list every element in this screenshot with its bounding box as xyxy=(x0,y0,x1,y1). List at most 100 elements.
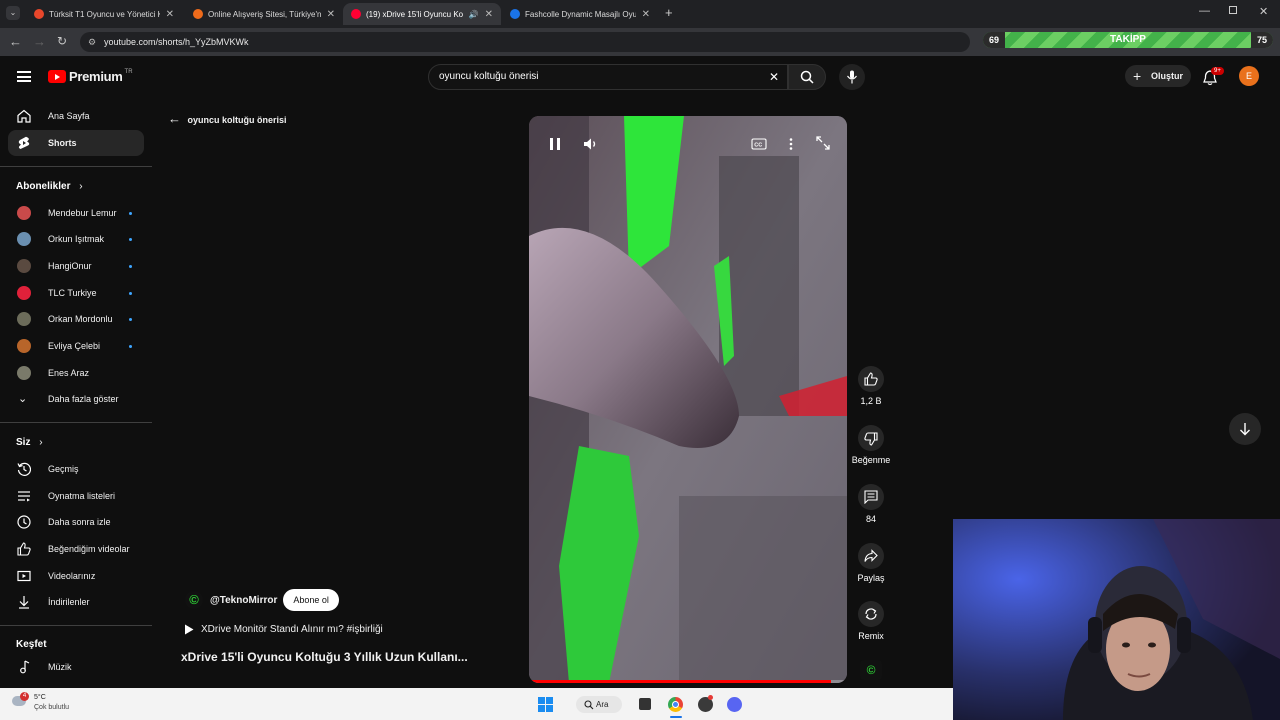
search-button[interactable] xyxy=(788,64,826,90)
sidebar-item-label: Ana Sayfa xyxy=(48,111,90,121)
task-view-icon[interactable] xyxy=(639,698,651,710)
next-short-button[interactable] xyxy=(1229,413,1261,445)
sidebar-item-subscription[interactable]: TLC Turkiye xyxy=(8,280,144,306)
home-icon xyxy=(17,109,31,123)
more-options-icon[interactable] xyxy=(788,137,794,151)
subscribe-button[interactable]: Abone ol xyxy=(283,589,339,611)
browser-tab-4[interactable]: Fashcolle Dynamic Masajlı Oyu ✕ xyxy=(502,3,658,25)
sidebar-item-label: Mendebur Lemur xyxy=(48,208,117,218)
create-label: Oluştur xyxy=(1151,71,1184,81)
remix-button[interactable]: Remix xyxy=(851,601,891,641)
windows-taskbar: 4 5°C Çok bulutlu Ara xyxy=(0,688,953,720)
sidebar-item-label: Daha sonra izle xyxy=(48,517,111,527)
browser-tab-2[interactable]: Online Alışveriş Sitesi, Türkiye'n ✕ xyxy=(185,3,343,25)
forward-arrow-icon[interactable]: → xyxy=(33,34,46,49)
discord-taskbar-icon[interactable] xyxy=(727,697,742,712)
sidebar-item-label: TLC Turkiye xyxy=(48,288,97,298)
you-heading[interactable]: Siz › xyxy=(16,437,43,448)
search-context-label: oyuncu koltuğu önerisi xyxy=(187,115,287,125)
channel-logo-icon[interactable]: © xyxy=(185,591,203,609)
create-button[interactable]: + Oluştur xyxy=(1125,65,1191,87)
window-minimize-icon[interactable]: — xyxy=(1199,5,1210,17)
window-close-icon[interactable]: ✕ xyxy=(1259,5,1268,18)
share-icon xyxy=(858,543,884,569)
back-arrow-icon[interactable]: ← xyxy=(9,34,22,49)
sidebar-item-label: Evliya Çelebi xyxy=(48,341,101,351)
captions-icon[interactable]: CC xyxy=(751,138,767,150)
sidebar-item-watch-later[interactable]: Daha sonra izle xyxy=(8,509,144,535)
video-progress-bar[interactable] xyxy=(529,680,847,683)
notifications-button[interactable]: 9+ xyxy=(1201,67,1224,87)
tab-search-chevron-icon[interactable]: ⌄ xyxy=(6,6,20,20)
dislike-label: Beğenme xyxy=(851,455,891,465)
shorts-icon xyxy=(18,136,30,149)
reload-icon[interactable]: ↻ xyxy=(57,34,67,48)
browser-tab-bar: ⌄ Türksit T1 Oyuncu ve Yönetici Ko ✕ Onl… xyxy=(0,0,1280,28)
linked-video-row[interactable]: XDrive Monitör Standı Alınır mı? #işbirl… xyxy=(184,624,383,635)
tab-close-icon[interactable]: ✕ xyxy=(485,9,493,20)
new-tab-button[interactable]: + xyxy=(665,5,673,20)
search-icon xyxy=(584,699,594,709)
share-button[interactable]: Paylaş xyxy=(851,543,891,583)
clear-search-icon[interactable]: ✕ xyxy=(769,65,779,89)
voice-search-button[interactable] xyxy=(839,64,865,90)
window-restore-icon[interactable] xyxy=(1229,6,1237,14)
volume-icon[interactable] xyxy=(583,137,599,151)
start-button[interactable] xyxy=(538,697,553,712)
site-info-icon[interactable]: ⚙ xyxy=(88,32,96,52)
sidebar-item-subscription[interactable]: Orkan Mordonlu xyxy=(8,306,144,332)
sidebar-item-liked-videos[interactable]: Beğendiğim videolar xyxy=(8,536,144,562)
download-icon xyxy=(19,596,29,609)
url-text: youtube.com/shorts/h_YyZbMVKWk xyxy=(104,37,249,47)
comments-button[interactable]: 84 xyxy=(851,484,891,524)
remix-icon xyxy=(858,601,884,627)
new-content-dot xyxy=(129,265,132,268)
sidebar-item-downloads[interactable]: İndirilenler xyxy=(8,589,144,615)
svg-text:CC: CC xyxy=(754,143,762,149)
subscriptions-heading[interactable]: Abonelikler › xyxy=(16,181,83,192)
dislike-button[interactable]: Beğenme xyxy=(851,425,891,465)
weather-widget[interactable]: 4 5°C Çok bulutlu xyxy=(10,692,90,716)
sidebar-item-playlists[interactable]: Oynatma listeleri xyxy=(8,483,144,509)
tab-close-icon[interactable]: ✕ xyxy=(642,9,650,20)
sidebar-item-subscription[interactable]: Evliya Çelebi xyxy=(8,333,144,359)
app-notification-dot xyxy=(708,695,713,700)
like-button[interactable]: 1,2 B xyxy=(851,366,891,406)
sidebar-item-music[interactable]: Müzik xyxy=(8,654,144,680)
channel-avatar xyxy=(17,206,31,220)
sidebar-item-history[interactable]: Geçmiş xyxy=(8,456,144,482)
fullscreen-icon[interactable] xyxy=(816,136,830,150)
shorts-back-button[interactable]: ← oyuncu koltuğu önerisi xyxy=(168,111,287,126)
sidebar-item-label: Shorts xyxy=(48,138,77,148)
chrome-taskbar-icon[interactable] xyxy=(668,697,683,712)
channel-thumb-icon[interactable]: © xyxy=(860,660,882,680)
sidebar-item-shorts[interactable]: Shorts xyxy=(8,130,144,156)
tab-close-icon[interactable]: ✕ xyxy=(327,9,335,20)
sidebar-item-home[interactable]: Ana Sayfa xyxy=(8,103,144,129)
browser-tab-1[interactable]: Türksit T1 Oyuncu ve Yönetici Ko ✕ xyxy=(26,3,182,25)
watch-later-icon xyxy=(17,515,31,529)
sidebar-item-subscription[interactable]: Mendebur Lemur xyxy=(8,200,144,226)
video-frame xyxy=(529,116,847,683)
tab-close-icon[interactable]: ✕ xyxy=(166,9,174,20)
subscriptions-title: Abonelikler xyxy=(16,181,71,192)
channel-name[interactable]: @TeknoMirror xyxy=(210,595,277,606)
search-input[interactable]: oyuncu koltuğu önerisi ✕ xyxy=(428,64,788,90)
windows-logo-icon xyxy=(538,697,553,712)
pause-icon[interactable] xyxy=(549,137,561,151)
browser-tab-3-active[interactable]: (19) xDrive 15'li Oyuncu Ko 🔊 ✕ xyxy=(343,3,501,25)
hamburger-menu-icon[interactable] xyxy=(17,71,31,82)
sidebar-item-subscription[interactable]: Orkun Işıtmak xyxy=(8,226,144,252)
weather-desc: Çok bulutlu xyxy=(34,704,70,711)
sidebar-show-more[interactable]: ⌄ Daha fazla göster xyxy=(8,386,144,412)
sidebar-item-subscription[interactable]: HangiOnur xyxy=(8,253,144,279)
tab-audio-icon[interactable]: 🔊 xyxy=(469,10,479,19)
sidebar-item-your-videos[interactable]: Videolarınız xyxy=(8,563,144,589)
sidebar-item-subscription[interactable]: Enes Araz xyxy=(8,360,144,386)
new-content-dot xyxy=(129,238,132,241)
account-avatar[interactable]: E xyxy=(1239,66,1259,86)
address-bar[interactable]: ⚙ youtube.com/shorts/h_YyZbMVKWk xyxy=(80,32,970,52)
taskbar-search[interactable]: Ara xyxy=(576,696,622,713)
shorts-video-player[interactable]: CC xyxy=(529,116,847,683)
youtube-premium-logo[interactable]: Premium TR xyxy=(48,69,133,84)
